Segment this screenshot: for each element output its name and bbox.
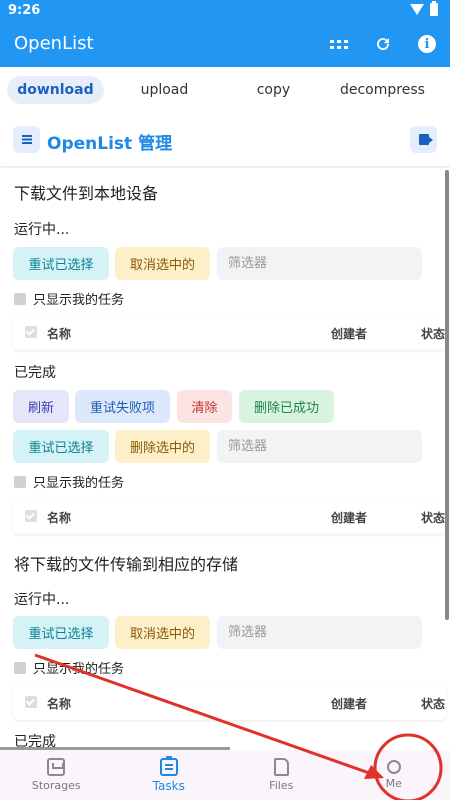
logout-icon — [418, 134, 433, 145]
section-title-transfer: 将下载的文件传输到相应的存储 — [14, 555, 239, 574]
table-header: 名称 创建者 状态 — [13, 684, 446, 720]
column-creator: 创建者 — [331, 327, 368, 341]
app-bar-actions: i — [328, 33, 438, 55]
only-mine-checkbox[interactable]: 只显示我的任务 — [14, 658, 124, 677]
running-title: 运行中... — [14, 592, 70, 608]
nav-me[interactable]: Me — [338, 750, 450, 800]
battery-icon — [430, 1, 438, 16]
person-icon — [386, 760, 401, 774]
select-all-checkbox[interactable] — [25, 326, 37, 338]
refresh-icon[interactable] — [372, 33, 394, 55]
column-status: 状态 — [421, 327, 446, 341]
status-bar: 9:26 — [0, 0, 450, 22]
nav-label: Tasks — [152, 778, 185, 793]
cancel-selected-button[interactable]: 取消选中的 — [115, 616, 210, 649]
filter-input[interactable] — [217, 247, 422, 280]
only-mine-label: 只显示我的任务 — [33, 662, 125, 677]
logout-button[interactable] — [410, 126, 437, 153]
app-bar: OpenList i — [0, 22, 450, 67]
running-title: 运行中... — [14, 222, 70, 238]
status-icons — [410, 1, 438, 16]
checkbox[interactable] — [14, 475, 26, 488]
file-icon — [273, 758, 289, 776]
only-mine-label: 只显示我的任务 — [33, 476, 125, 491]
column-status: 状态 — [421, 697, 446, 711]
column-name: 名称 — [47, 327, 72, 341]
nav-storages[interactable]: Storages — [0, 750, 113, 800]
retry-selected-button[interactable]: 重试已选择 — [13, 247, 109, 280]
checkbox[interactable] — [14, 661, 26, 674]
page-title: OpenList 管理 — [47, 134, 173, 154]
nav-label: Storages — [31, 779, 81, 792]
only-mine-checkbox[interactable]: 只显示我的任务 — [14, 289, 124, 308]
retry-selected-button[interactable]: 重试已选择 — [13, 616, 109, 649]
page-header: OpenList 管理 — [0, 113, 450, 167]
column-creator: 创建者 — [331, 697, 368, 711]
column-creator: 创建者 — [331, 511, 368, 525]
clear-button[interactable]: 清除 — [177, 390, 232, 423]
only-mine-label: 只显示我的任务 — [33, 293, 125, 308]
cancel-selected-button[interactable]: 取消选中的 — [115, 247, 210, 280]
tasks-icon — [159, 755, 178, 776]
tab-copy[interactable]: copy — [225, 76, 322, 104]
vertical-scrollbar[interactable] — [445, 170, 449, 620]
menu-icon — [21, 135, 32, 144]
bottom-navigation: Storages Tasks Files Me — [0, 750, 450, 800]
filter-input[interactable] — [217, 616, 422, 649]
only-mine-checkbox[interactable]: 只显示我的任务 — [14, 472, 124, 491]
task-type-tabs: download upload copy decompress — [0, 67, 450, 113]
table-header: 名称 创建者 状态 — [13, 314, 446, 350]
nav-tasks[interactable]: Tasks — [113, 750, 226, 800]
delete-success-button[interactable]: 删除已成功 — [239, 390, 334, 423]
checkbox[interactable] — [14, 292, 26, 305]
done-title: 已完成 — [14, 365, 56, 381]
filter-input[interactable] — [217, 430, 422, 463]
nav-files[interactable]: Files — [225, 750, 338, 800]
done-title: 已完成 — [14, 734, 56, 748]
retry-selected-button[interactable]: 重试已选择 — [13, 430, 109, 463]
nav-label: Files — [269, 779, 294, 792]
info-icon[interactable]: i — [416, 33, 438, 55]
retry-failed-button[interactable]: 重试失败项 — [75, 390, 170, 423]
tab-decompress[interactable]: decompress — [322, 76, 443, 104]
table-header: 名称 创建者 状态 — [13, 498, 446, 534]
tab-upload[interactable]: upload — [104, 76, 225, 104]
select-all-checkbox[interactable] — [25, 696, 37, 708]
status-time: 9:26 — [8, 3, 41, 18]
menu-button[interactable] — [13, 126, 40, 153]
tasks-content[interactable]: 下载文件到本地设备 运行中... 重试已选择 取消选中的 只显示我的任务 名称 … — [0, 168, 450, 748]
app-title: OpenList — [14, 33, 94, 54]
select-all-checkbox[interactable] — [25, 510, 37, 522]
column-name: 名称 — [47, 511, 72, 525]
tab-download[interactable]: download — [7, 76, 104, 104]
nav-label: Me — [385, 777, 402, 790]
column-status: 状态 — [421, 511, 446, 525]
refresh-button[interactable]: 刷新 — [13, 390, 69, 423]
wifi-icon — [410, 3, 424, 16]
delete-selected-button[interactable]: 删除选中的 — [115, 430, 210, 463]
more-horizontal-icon[interactable] — [328, 33, 350, 55]
storage-icon — [47, 758, 66, 776]
column-name: 名称 — [47, 697, 72, 711]
section-title-download: 下载文件到本地设备 — [14, 184, 159, 203]
